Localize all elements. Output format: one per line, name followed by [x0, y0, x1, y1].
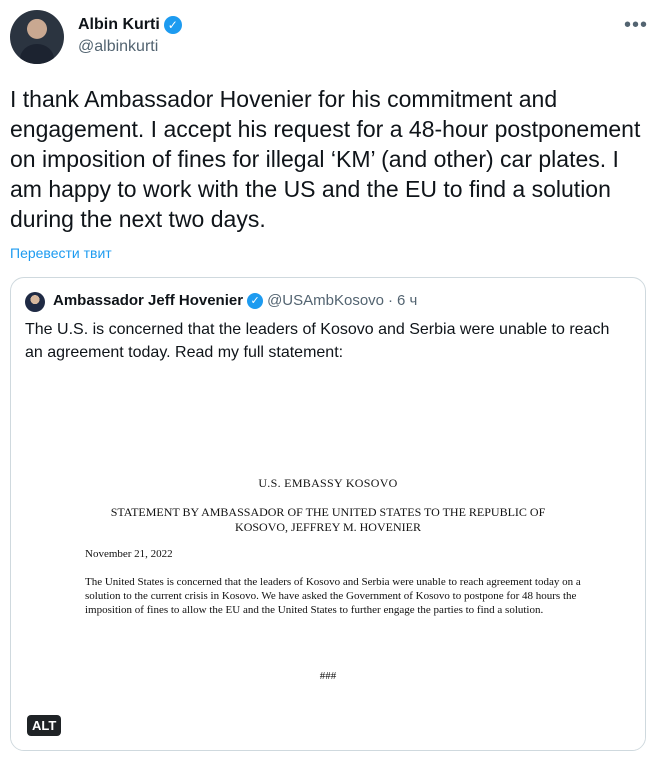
tweet-text: I thank Ambassador Hovenier for his comm… [10, 86, 641, 232]
quoted-text: The U.S. is concerned that the leaders o… [25, 321, 610, 361]
quoted-author-name[interactable]: Ambassador Jeff Hovenier [53, 292, 243, 309]
more-options-icon[interactable]: ••• [624, 14, 648, 37]
quoted-timestamp[interactable]: 6 ч [397, 292, 417, 309]
quoted-author-handle[interactable]: @USAmbKosovo [267, 292, 384, 309]
alt-text-button[interactable]: ALT [27, 715, 62, 736]
statement-image[interactable]: U.S. EMBASSY KOSOVO STATEMENT BY AMBASSA… [11, 370, 645, 750]
document-date: November 21, 2022 [85, 548, 173, 560]
document-end-mark: ### [319, 670, 337, 682]
document-title: U.S. EMBASSY KOSOVO [258, 476, 398, 490]
author-handle[interactable]: @albinkurti [78, 38, 158, 56]
quoted-author-avatar[interactable] [25, 292, 45, 312]
quoted-tweet[interactable]: Ambassador Jeff Hovenier ✓ @USAmbKosovo … [10, 277, 646, 751]
author-name-row[interactable]: Albin Kurti ✓ [78, 16, 182, 34]
verified-badge-icon: ✓ [163, 16, 182, 34]
document-heading: STATEMENT BY AMBASSADOR OF THE UNITED ST… [110, 505, 546, 534]
author-name[interactable]: Albin Kurti [78, 16, 160, 34]
document-body: The United States is concerned that the … [85, 576, 581, 616]
dot-separator: · [388, 292, 394, 309]
verified-badge-icon: ✓ [247, 292, 264, 309]
author-avatar[interactable] [10, 10, 64, 64]
translate-tweet-link[interactable]: Перевести твит [10, 245, 112, 261]
quoted-header: Ambassador Jeff Hovenier ✓ @USAmbKosovo … [53, 292, 417, 309]
